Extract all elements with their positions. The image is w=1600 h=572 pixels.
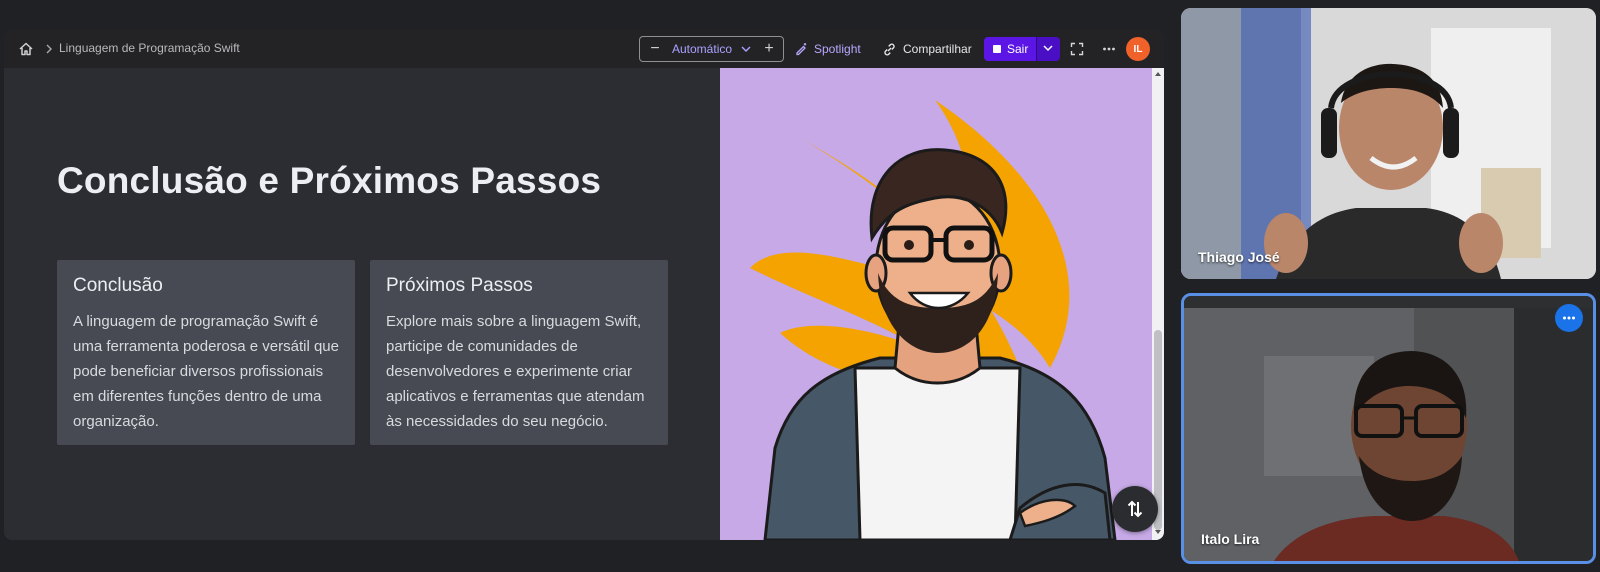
more-horizontal-icon[interactable] [1101,41,1117,57]
developer-illustration [750,100,1117,540]
card-heading: Próximos Passos [386,275,533,296]
zoom-in-button[interactable]: + [760,39,778,59]
participant-name: Italo Lira [1201,531,1260,547]
spotlight-button[interactable]: Spotlight [794,40,861,58]
share-button[interactable]: Compartilhar [882,40,972,58]
zoom-out-button[interactable]: − [646,39,664,59]
card-body: Explore mais sobre a linguagem Swift, pa… [386,313,645,430]
exit-button[interactable]: Sair [984,37,1036,61]
screen: Linguagem de Programação Swift − Automát… [0,0,1600,572]
chevron-down-icon[interactable] [740,43,752,55]
participant-video [1184,296,1593,561]
next-steps-card: Próximos Passos Explore mais sobre a lin… [370,260,668,445]
participant-tile-active[interactable]: Italo Lira [1181,293,1596,564]
zoom-mode-select[interactable]: Automático [672,42,732,56]
scrollbar[interactable] [1152,68,1164,540]
share-label: Compartilhar [903,42,972,56]
chevron-down-icon [1043,45,1053,52]
stop-square-icon [993,45,1001,53]
fullscreen-icon[interactable] [1070,42,1084,56]
participant-name: Thiago José [1198,249,1280,265]
breadcrumb[interactable]: Linguagem de Programação Swift [59,41,240,55]
conclusion-card: Conclusão A linguagem de programação Swi… [57,260,355,445]
slide-illustration [720,68,1152,540]
participant-options-button[interactable] [1555,304,1583,332]
card-body: A linguagem de programação Swift é uma f… [73,313,339,430]
participant-tile[interactable]: Thiago José [1181,8,1596,279]
home-icon[interactable] [18,41,34,57]
card-heading: Conclusão [73,275,163,296]
chevron-right-icon [46,44,52,54]
swap-button[interactable] [1112,486,1158,532]
avatar[interactable]: IL [1126,37,1150,61]
slide-title: Conclusão e Próximos Passos [57,160,602,201]
presentation-window: Linguagem de Programação Swift − Automát… [4,30,1164,540]
zoom-control: − Automático + [639,36,784,62]
pen-sparkle-icon [796,43,807,56]
link-icon [884,43,895,55]
slide-content: Conclusão e Próximos Passos Conclusão A … [4,68,726,540]
participant-video [1181,8,1596,279]
spotlight-label: Spotlight [814,42,861,56]
scroll-down-arrow-icon[interactable] [1154,528,1162,536]
exit-label: Sair [1007,42,1029,56]
scroll-up-arrow-icon[interactable] [1154,70,1162,78]
presentation-toolbar: Linguagem de Programação Swift − Automát… [4,30,1164,68]
swap-vertical-icon [1127,500,1143,518]
more-horizontal-icon [1563,316,1575,320]
exit-menu-button[interactable] [1036,37,1060,61]
